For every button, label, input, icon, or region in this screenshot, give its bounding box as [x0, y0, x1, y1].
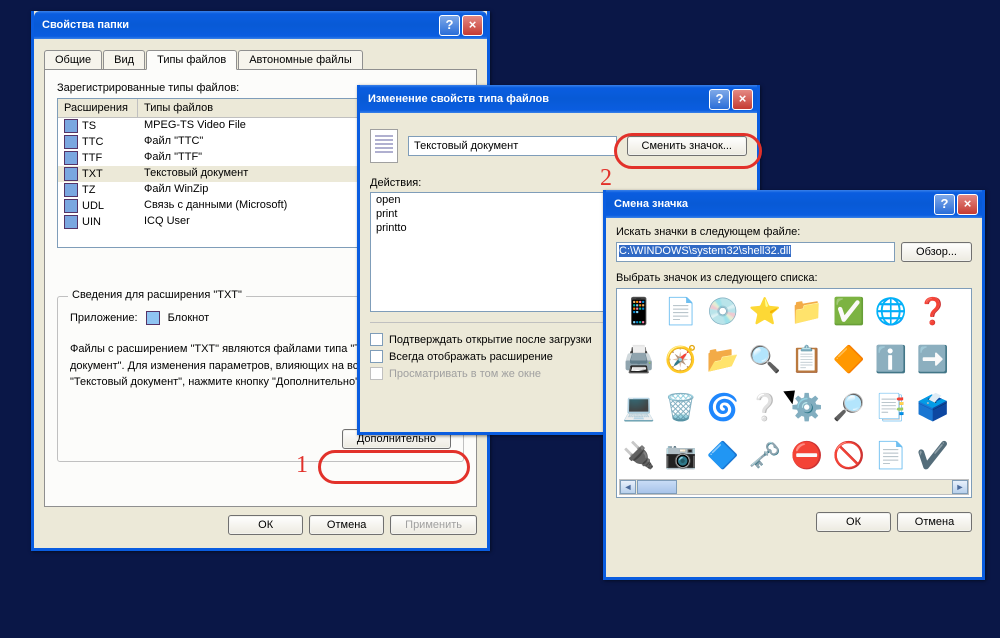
- icon-item[interactable]: 🔍: [749, 343, 781, 375]
- filetype-icon: [64, 199, 78, 213]
- help-button[interactable]: ?: [709, 89, 730, 110]
- icon-item[interactable]: 🖨️: [623, 343, 655, 375]
- filetype-icon: [64, 151, 78, 165]
- tab-offline[interactable]: Автономные файлы: [238, 50, 363, 70]
- ok-button[interactable]: ОК: [228, 515, 303, 535]
- icon-item[interactable]: 📷: [665, 439, 697, 471]
- icon-item[interactable]: 🧭: [665, 343, 697, 375]
- scroll-left-button[interactable]: ◄: [620, 480, 636, 494]
- icon-item[interactable]: ✔️: [917, 439, 949, 471]
- icon-item[interactable]: 📱: [623, 295, 655, 327]
- filetype-icon: [64, 183, 78, 197]
- checkbox-label: Подтверждать открытие после загрузки: [389, 334, 592, 346]
- titlebar[interactable]: Изменение свойств типа файлов ? ×: [360, 85, 757, 113]
- icon-path-value: C:\WINDOWS\system32\shell32.dll: [619, 245, 791, 257]
- checkbox-icon: [370, 333, 383, 346]
- checkbox-label: Всегда отображать расширение: [389, 351, 553, 363]
- ext-cell: TTF: [82, 152, 102, 164]
- icon-item[interactable]: 📋: [791, 343, 823, 375]
- change-icon-button[interactable]: Сменить значок...: [627, 136, 748, 156]
- application-name: Блокнот: [168, 312, 210, 324]
- close-button[interactable]: ×: [957, 194, 978, 215]
- close-button[interactable]: ×: [732, 89, 753, 110]
- filetype-icon: [64, 119, 78, 133]
- tab-general[interactable]: Общие: [44, 50, 102, 70]
- icon-item[interactable]: ⭐: [749, 295, 781, 327]
- col-ext[interactable]: Расширения: [58, 99, 138, 117]
- icon-item[interactable]: 🌀: [707, 391, 739, 423]
- scroll-right-button[interactable]: ►: [952, 480, 968, 494]
- window-title: Смена значка: [614, 198, 932, 210]
- cancel-button[interactable]: Отмена: [309, 515, 384, 535]
- ext-cell: UIN: [82, 216, 101, 228]
- ext-cell: TXT: [82, 168, 103, 180]
- type-name-input[interactable]: [408, 136, 617, 156]
- icon-item[interactable]: 🗳️: [917, 391, 949, 423]
- icon-item[interactable]: ➡️: [917, 343, 949, 375]
- change-icon-window: Смена значка ? × Искать значки в следующ…: [603, 190, 985, 580]
- tab-view[interactable]: Вид: [103, 50, 145, 70]
- tab-filetypes[interactable]: Типы файлов: [146, 50, 237, 70]
- filetype-icon: [64, 215, 78, 229]
- scroll-track[interactable]: [678, 480, 952, 494]
- ok-button[interactable]: ОК: [816, 512, 891, 532]
- filetype-icon: [370, 129, 398, 163]
- icon-item[interactable]: 🚫: [833, 439, 865, 471]
- icon-item[interactable]: ℹ️: [875, 343, 907, 375]
- icon-item[interactable]: 📁: [791, 295, 823, 327]
- notepad-icon: [146, 311, 160, 325]
- icon-item[interactable]: 📂: [707, 343, 739, 375]
- close-button[interactable]: ×: [462, 15, 483, 36]
- filetype-icon: [64, 167, 78, 181]
- search-in-file-label: Искать значки в следующем файле:: [616, 226, 972, 238]
- tab-strip: Общие Вид Типы файлов Автономные файлы: [44, 49, 477, 69]
- scroll-thumb[interactable]: [637, 480, 677, 494]
- icon-item[interactable]: ❓: [917, 295, 949, 327]
- filetype-icon: [64, 135, 78, 149]
- icon-item[interactable]: 🗑️: [665, 391, 697, 423]
- details-legend: Сведения для расширения "TXT": [68, 289, 246, 301]
- ext-cell: TZ: [82, 184, 95, 196]
- help-button[interactable]: ?: [934, 194, 955, 215]
- window-title: Изменение свойств типа файлов: [368, 93, 707, 105]
- icon-item[interactable]: 🔎: [833, 391, 865, 423]
- ext-cell: TS: [82, 120, 96, 132]
- icon-item[interactable]: 🌐: [875, 295, 907, 327]
- icon-item[interactable]: ✅: [833, 295, 865, 327]
- icon-item[interactable]: 📄: [875, 439, 907, 471]
- checkbox-label: Просматривать в том же окне: [389, 368, 541, 380]
- window-title: Свойства папки: [42, 19, 437, 31]
- icon-item[interactable]: 🔷: [707, 439, 739, 471]
- icon-item[interactable]: 💿: [707, 295, 739, 327]
- icon-item[interactable]: 📄: [665, 295, 697, 327]
- titlebar[interactable]: Свойства папки ? ×: [34, 11, 487, 39]
- browse-button[interactable]: Обзор...: [901, 242, 972, 262]
- icon-item[interactable]: 💻: [623, 391, 655, 423]
- icon-item[interactable]: 🔶: [833, 343, 865, 375]
- application-label: Приложение:: [70, 312, 138, 324]
- icon-path-input[interactable]: C:\WINDOWS\system32\shell32.dll: [616, 242, 895, 262]
- icon-item[interactable]: ⛔: [791, 439, 823, 471]
- apply-button: Применить: [390, 515, 477, 535]
- icon-item[interactable]: 🗝️: [749, 439, 781, 471]
- ext-cell: TTC: [82, 136, 103, 148]
- checkbox-icon: [370, 367, 383, 380]
- titlebar[interactable]: Смена значка ? ×: [606, 190, 982, 218]
- choose-icon-label: Выбрать значок из следующего списка:: [616, 272, 972, 284]
- icon-item[interactable]: ❔: [749, 391, 781, 423]
- help-button[interactable]: ?: [439, 15, 460, 36]
- horizontal-scrollbar[interactable]: ◄ ►: [619, 479, 969, 495]
- checkbox-icon: [370, 350, 383, 363]
- icon-list[interactable]: 📱📄💿⭐📁✅🌐❓🖨️🧭📂🔍📋🔶ℹ️➡️💻🗑️🌀❔⚙️🔎📑🗳️🔌📷🔷🗝️⛔🚫📄✔️…: [616, 288, 972, 498]
- cancel-button[interactable]: Отмена: [897, 512, 972, 532]
- icon-item[interactable]: 📑: [875, 391, 907, 423]
- actions-label: Действия:: [370, 177, 747, 189]
- icon-item[interactable]: 🔌: [623, 439, 655, 471]
- ext-cell: UDL: [82, 200, 104, 212]
